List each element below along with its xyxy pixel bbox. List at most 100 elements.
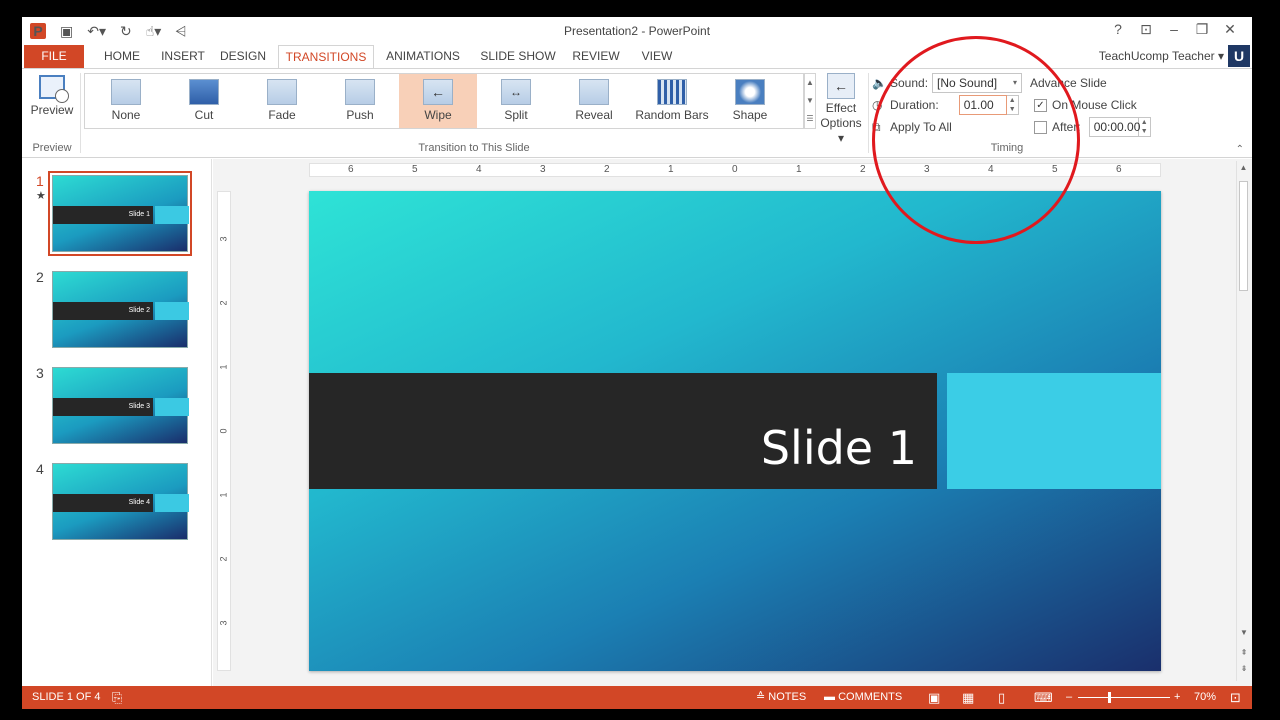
gallery-down-icon[interactable]: ▼ — [805, 92, 815, 110]
tab-review[interactable]: REVIEW — [566, 45, 626, 68]
zoom-thumb[interactable] — [1108, 692, 1111, 703]
ruler-tick-label: 6 — [348, 164, 354, 175]
slide-title[interactable]: Slide 1 — [761, 421, 917, 475]
transition-reveal[interactable]: Reveal — [555, 74, 633, 128]
thumb-number: 3 — [36, 365, 44, 381]
scrollbar-thumb[interactable] — [1239, 181, 1248, 291]
notes-button[interactable]: ≙ NOTES — [756, 686, 806, 709]
ruler-tick-label: 1 — [796, 164, 802, 175]
after-spinner[interactable]: ▲ ▼ — [1138, 117, 1151, 137]
scroll-down-icon[interactable]: ▼ — [1237, 628, 1251, 637]
minimize-icon[interactable]: – — [1160, 21, 1188, 38]
collapse-ribbon-icon[interactable]: ⌃ — [1236, 144, 1244, 155]
random-bars-transition-icon — [657, 79, 687, 105]
thumb-title: Slide 2 — [53, 302, 153, 320]
transition-label: Push — [346, 108, 374, 122]
zoom-out-icon[interactable]: – — [1066, 686, 1072, 709]
transition-none[interactable]: None — [87, 74, 165, 128]
group-separator — [80, 73, 81, 153]
transition-label: Random Bars — [635, 108, 709, 122]
next-slide-icon[interactable]: ⇟ — [1237, 664, 1251, 673]
slide-thumbnail-2[interactable]: Slide 2 — [52, 271, 189, 348]
tab-design[interactable]: DESIGN — [214, 45, 272, 68]
comments-label: COMMENTS — [838, 691, 903, 703]
wipe-transition-icon: ← — [423, 79, 453, 105]
transition-label: None — [111, 108, 141, 122]
ruler-tick-label: 2 — [218, 556, 229, 562]
annotation-circle — [872, 36, 1080, 244]
comments-button[interactable]: ▬ COMMENTS — [824, 686, 902, 709]
shape-transition-icon — [735, 79, 765, 105]
ribbon-tabs: FILE HOME INSERT DESIGN TRANSITIONS ANIM… — [22, 45, 1252, 69]
transition-split[interactable]: ↔ Split — [477, 74, 555, 128]
slide-canvas[interactable]: Slide 1 — [309, 191, 1161, 671]
help-icon[interactable]: ? — [1104, 21, 1132, 38]
gallery-scroll[interactable]: ▲ ▼ ☰ — [804, 73, 816, 129]
ribbon-display-icon[interactable]: ⊡ — [1132, 21, 1160, 38]
ruler-tick-label: 2 — [218, 300, 229, 306]
transition-wipe[interactable]: ← Wipe — [399, 74, 477, 128]
tab-view[interactable]: VIEW — [634, 45, 680, 68]
tab-transitions[interactable]: TRANSITIONS — [278, 45, 374, 69]
window-title: Presentation2 - PowerPoint — [563, 24, 711, 38]
transition-push[interactable]: Push — [321, 74, 399, 128]
tab-file[interactable]: FILE — [24, 45, 84, 68]
ruler-tick-label: 4 — [476, 164, 482, 175]
spellcheck-icon[interactable]: ⎘ — [112, 686, 122, 709]
slide-thumbnail-1[interactable]: Slide 1 — [48, 171, 192, 256]
slideshow-icon[interactable]: ⌨ — [1034, 686, 1053, 709]
transition-cut[interactable]: Cut — [165, 74, 243, 128]
user-avatar[interactable]: U — [1228, 45, 1250, 67]
user-name[interactable]: TeachUcomp Teacher ▾ — [1099, 49, 1224, 63]
transition-label: Cut — [194, 108, 214, 122]
tab-insert[interactable]: INSERT — [152, 45, 214, 68]
ruler-tick-label: 6 — [1116, 164, 1122, 175]
ruler-tick-label: 3 — [218, 620, 229, 626]
tab-home[interactable]: HOME — [92, 45, 152, 68]
restore-icon[interactable]: ❐ — [1188, 21, 1216, 38]
normal-view-icon[interactable]: ▣ — [928, 686, 940, 709]
thumb-number: 4 — [36, 461, 44, 477]
preview-icon — [39, 75, 69, 103]
effect-options-button[interactable]: ← Effect Options ▾ — [818, 73, 864, 145]
reveal-transition-icon — [579, 79, 609, 105]
user-name-label: TeachUcomp Teacher — [1098, 49, 1215, 63]
reading-view-icon[interactable]: ▯ — [998, 686, 1005, 709]
transition-label: Fade — [268, 108, 296, 122]
slide-thumbnail-3[interactable]: Slide 3 — [52, 367, 189, 444]
previous-slide-icon[interactable]: ⇞ — [1237, 648, 1251, 657]
slide-sorter-icon[interactable]: ▦ — [962, 686, 974, 709]
preview-label: Preview — [30, 103, 74, 117]
thumb-title: Slide 3 — [53, 398, 153, 416]
zoom-in-icon[interactable]: + — [1174, 686, 1180, 709]
ruler-tick-label: 3 — [218, 236, 229, 242]
gallery-up-icon[interactable]: ▲ — [805, 74, 815, 92]
transition-random-bars[interactable]: Random Bars — [633, 74, 711, 128]
vertical-scrollbar[interactable]: ▲ ▼ ⇞ ⇟ — [1236, 161, 1250, 681]
effect-options-label-2: Options — [820, 116, 862, 130]
accent-rectangle — [947, 373, 1161, 489]
thumb-accent — [155, 302, 189, 320]
transition-shape[interactable]: Shape — [711, 74, 789, 128]
fade-transition-icon — [267, 79, 297, 105]
transition-label: Shape — [732, 108, 768, 122]
slide-counter: SLIDE 1 OF 4 — [32, 691, 101, 703]
group-separator — [868, 73, 869, 153]
fit-to-window-icon[interactable]: ⊡ — [1230, 686, 1241, 709]
zoom-level[interactable]: 70% — [1194, 686, 1216, 709]
slide-thumbnail-4[interactable]: Slide 4 — [52, 463, 189, 540]
cut-transition-icon — [189, 79, 219, 105]
after-input[interactable]: 00:00.00 — [1088, 117, 1140, 137]
vertical-ruler: 3 2 1 0 1 2 3 — [217, 191, 231, 671]
tab-animations[interactable]: ANIMATIONS — [380, 45, 466, 68]
slide-editor: 6 5 4 3 2 1 0 1 2 3 4 5 6 3 2 1 0 1 2 3 … — [213, 159, 1252, 686]
close-icon[interactable]: ✕ — [1216, 21, 1244, 38]
tab-slide-show[interactable]: SLIDE SHOW — [474, 45, 562, 68]
status-bar: SLIDE 1 OF 4 ⎘ ≙ NOTES ▬ COMMENTS ▣ ▦ ▯ … — [22, 686, 1252, 709]
gallery-more-icon[interactable]: ☰ — [805, 110, 815, 128]
scroll-up-icon[interactable]: ▲ — [1237, 163, 1250, 172]
none-transition-icon — [111, 79, 141, 105]
zoom-slider[interactable] — [1078, 686, 1170, 709]
transition-fade[interactable]: Fade — [243, 74, 321, 128]
preview-button[interactable]: Preview — [28, 73, 76, 133]
